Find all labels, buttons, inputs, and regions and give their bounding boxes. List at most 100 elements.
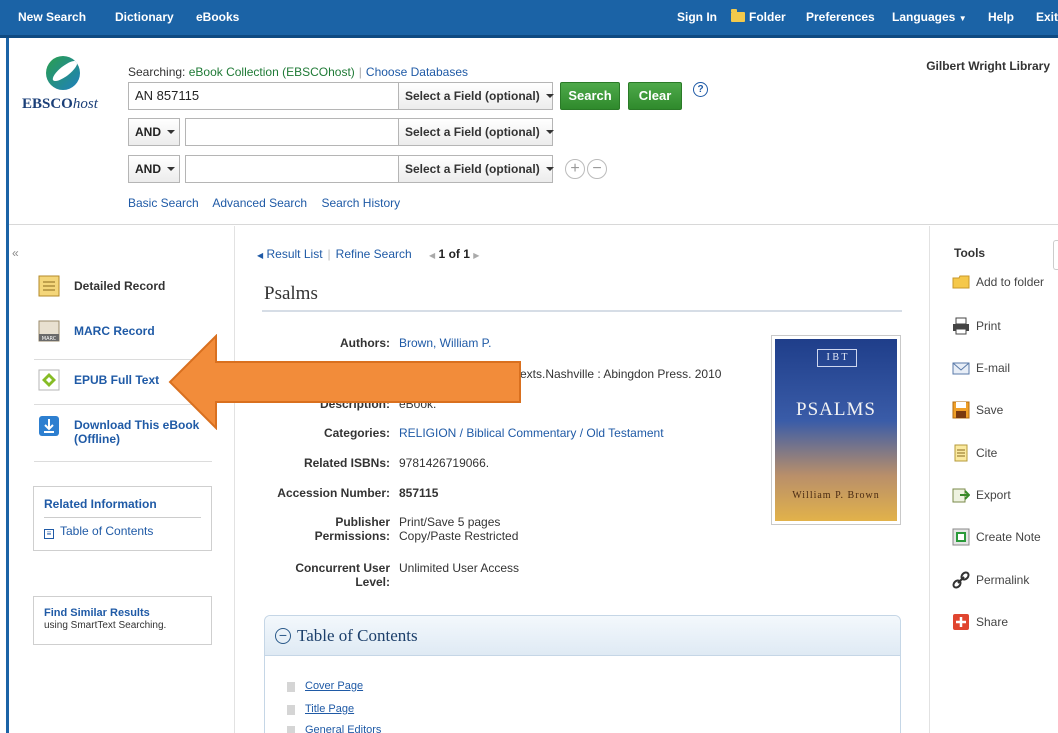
export-label: Export (976, 488, 1011, 502)
folder-label: Folder (749, 10, 786, 24)
field-select-label: Select a Field (optional) (405, 125, 540, 139)
bool-operator-select-3[interactable]: AND (128, 155, 180, 183)
bool-operator-label: AND (135, 125, 161, 139)
source-value: Texts.Nashville : Abingdon Press. 2010 (514, 367, 722, 381)
field-select-2[interactable]: Select a Field (optional) (398, 118, 554, 146)
advanced-search-link[interactable]: Advanced Search (212, 196, 307, 210)
related-isbns-label: Related ISBNs: (303, 456, 390, 470)
toc-item-title-page[interactable]: Title Page (286, 703, 354, 715)
toc-icon: ≡ (44, 529, 54, 539)
chevron-down-icon: ▼ (958, 14, 967, 23)
clear-button[interactable]: Clear (628, 82, 682, 110)
cover-author: William P. Brown (792, 490, 880, 501)
print-icon (953, 317, 969, 335)
download-icon (39, 416, 59, 436)
result-index: 1 (438, 247, 446, 261)
book-cover[interactable]: I B T PSALMS William P. Brown (771, 335, 901, 525)
separator: | (358, 65, 362, 79)
folder-link[interactable]: Folder (731, 0, 786, 36)
preferences-link[interactable]: Preferences (806, 0, 875, 36)
collapse-icon[interactable]: − (275, 628, 291, 644)
chevron-down-icon (545, 130, 554, 134)
detailed-record-item[interactable]: Detailed Record (38, 275, 165, 297)
left-sidebar (9, 226, 235, 733)
logo-brand-suffix: host (72, 96, 98, 112)
help-link[interactable]: Help (988, 0, 1014, 36)
title-divider (262, 310, 902, 312)
result-list-label: Result List (266, 247, 323, 261)
save-tool[interactable]: Save (952, 401, 1003, 419)
search-history-link[interactable]: Search History (321, 196, 400, 210)
bool-operator-select-2[interactable]: AND (128, 118, 180, 146)
languages-menu[interactable]: Languages ▼ (892, 0, 967, 36)
previous-result-icon[interactable]: ◀ (429, 251, 435, 260)
field-select-label: Select a Field (optional) (405, 89, 540, 103)
search-input-3[interactable] (185, 155, 399, 183)
cite-tool[interactable]: Cite (952, 444, 997, 462)
exit-link[interactable]: Exit (1036, 0, 1058, 36)
sign-in-link[interactable]: Sign In (677, 0, 717, 36)
find-similar-title: Find Similar Results (44, 607, 150, 619)
separator: | (327, 247, 331, 261)
find-similar-box[interactable]: Find Similar Results using SmartText Sea… (33, 596, 212, 645)
email-tool[interactable]: E-mail (952, 359, 1010, 377)
table-of-contents-panel: − Table of Contents Cover Page Title Pag… (264, 615, 901, 733)
search-input-2[interactable] (185, 118, 399, 146)
cover-series-mark: I B T (817, 349, 857, 367)
share-tool[interactable]: Share (952, 613, 1008, 631)
epub-icon (38, 369, 60, 391)
refine-search-link[interactable]: Refine Search (336, 247, 412, 261)
create-note-label: Create Note (976, 530, 1041, 544)
folder-icon (952, 275, 970, 289)
field-select-1[interactable]: Select a Field (optional) (398, 82, 554, 110)
basic-search-link[interactable]: Basic Search (128, 196, 199, 210)
table-of-contents-link[interactable]: ≡ Table of Contents (44, 524, 201, 539)
choose-databases-link[interactable]: Choose Databases (366, 65, 468, 79)
field-select-3[interactable]: Select a Field (optional) (398, 155, 554, 183)
ebooks-link[interactable]: eBooks (196, 0, 239, 36)
print-tool[interactable]: Print (952, 317, 1001, 335)
chevron-down-icon (167, 167, 175, 171)
add-row-icon[interactable]: + (565, 159, 585, 179)
page-title: Psalms (264, 283, 318, 304)
email-icon (952, 362, 970, 375)
epub-full-text-label: EPUB Full Text (74, 373, 160, 387)
result-list-link[interactable]: ◀ Result List (257, 247, 323, 261)
accession-number-label: Accession Number: (277, 486, 390, 500)
publisher-label-line1: Publisher (335, 515, 390, 529)
folder-icon (731, 9, 745, 22)
toc-item-general-editors[interactable]: General Editors (286, 724, 381, 733)
search-input[interactable]: AN 857115 (128, 82, 399, 110)
tools-collapse-tab[interactable] (1053, 240, 1058, 270)
related-information-box: Related Information ≡ Table of Contents (33, 486, 212, 551)
search-row-2: AND Select a Field (optional) (128, 118, 728, 146)
languages-label: Languages (892, 10, 956, 24)
ebsco-logo-text: EBSCOhost (22, 96, 98, 113)
search-row-1: AN 857115 Select a Field (optional) Sear… (128, 82, 728, 110)
add-to-folder-tool[interactable]: Add to folder (952, 273, 1044, 291)
chevron-left-icon: ◀ (257, 251, 264, 260)
epub-full-text-item[interactable]: EPUB Full Text (38, 369, 159, 391)
orange-arrow-annotation (168, 334, 521, 430)
export-tool[interactable]: Export (952, 486, 1011, 504)
toc-item-cover-page[interactable]: Cover Page (286, 680, 363, 692)
permalink-tool[interactable]: Permalink (952, 571, 1029, 589)
new-search-link[interactable]: New Search (18, 0, 86, 36)
find-similar-subtitle: using SmartText Searching. (44, 620, 167, 631)
tools-title: Tools (954, 246, 986, 260)
next-result-icon[interactable]: ▶ (473, 251, 479, 260)
remove-row-icon[interactable]: − (587, 159, 607, 179)
field-select-label: Select a Field (optional) (405, 162, 540, 176)
toc-header[interactable]: − Table of Contents (265, 616, 900, 656)
help-icon[interactable]: ? (693, 82, 708, 97)
concurrent-label-line1: Concurrent User (295, 561, 390, 575)
dictionary-link[interactable]: Dictionary (115, 0, 174, 36)
marc-record-item[interactable]: MARC MARC Record (38, 320, 155, 342)
accession-number-value: 857115 (399, 486, 439, 500)
document-icon (38, 275, 60, 297)
svg-text:MARC: MARC (42, 336, 57, 342)
collapse-sidebar-icon[interactable]: « (12, 246, 19, 260)
permalink-label: Permalink (976, 573, 1030, 587)
create-note-tool[interactable]: Create Note (952, 528, 1041, 546)
search-button[interactable]: Search (560, 82, 620, 110)
